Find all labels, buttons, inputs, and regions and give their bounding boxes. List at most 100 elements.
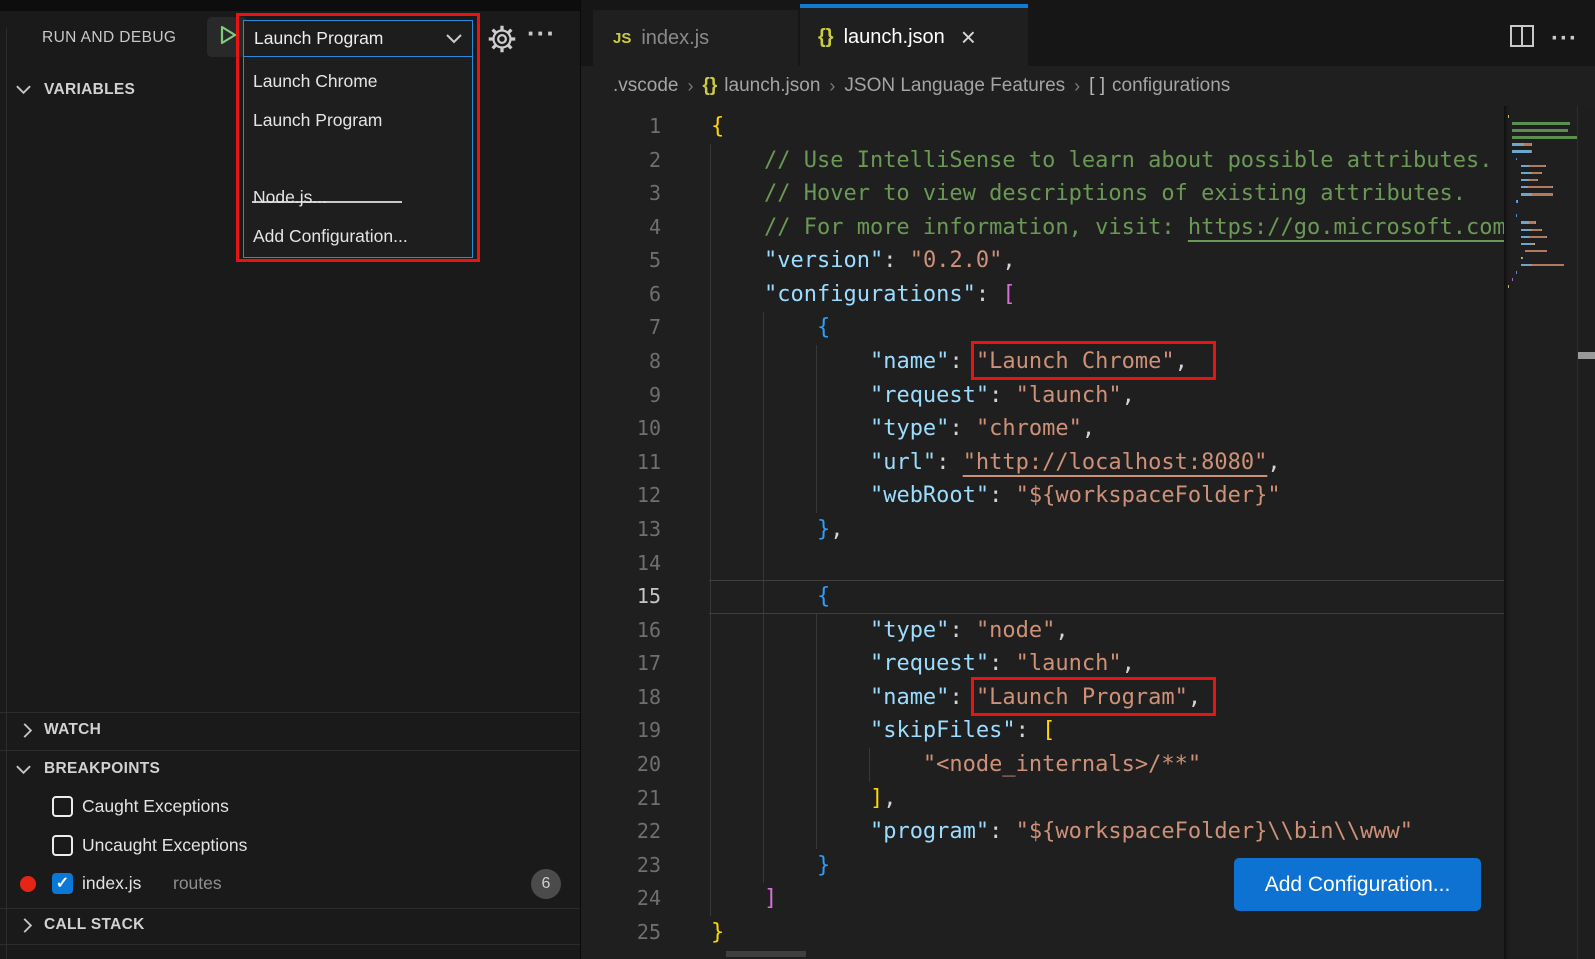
code-editor[interactable]: 1{2 // Use IntelliSense to learn about p… bbox=[581, 106, 1504, 959]
code-line-5[interactable]: 5 "version": "0.2.0", bbox=[581, 244, 1504, 278]
minimap-line bbox=[1504, 262, 1577, 269]
breadcrumb-item-vscode[interactable]: .vscode bbox=[613, 75, 678, 97]
line-number[interactable]: 1 bbox=[581, 110, 661, 144]
breadcrumb-separator: › bbox=[1074, 76, 1080, 97]
line-number[interactable]: 21 bbox=[581, 782, 661, 816]
line-number[interactable]: 24 bbox=[581, 882, 661, 916]
sidebar-title: RUN AND DEBUG bbox=[42, 22, 176, 54]
minimap-line bbox=[1504, 234, 1577, 241]
checkbox-caught-exceptions[interactable] bbox=[52, 796, 73, 817]
minimap-line bbox=[1504, 134, 1577, 141]
line-number[interactable]: 7 bbox=[581, 311, 661, 345]
code-line-14[interactable]: 14 bbox=[581, 547, 1504, 581]
chevron-down-icon bbox=[15, 763, 32, 781]
minimap-line bbox=[1504, 141, 1577, 148]
minimap-line bbox=[1504, 198, 1577, 205]
line-number[interactable]: 13 bbox=[581, 513, 661, 547]
run-and-debug-sidebar: RUN AND DEBUG Launch Program Launch Chro… bbox=[0, 0, 580, 959]
minimap-line bbox=[1504, 163, 1577, 170]
line-number[interactable]: 5 bbox=[581, 244, 661, 278]
line-number[interactable]: 14 bbox=[581, 547, 661, 581]
line-number[interactable]: 8 bbox=[581, 345, 661, 379]
horizontal-scrollbar-thumb[interactable] bbox=[726, 951, 806, 957]
line-number[interactable]: 9 bbox=[581, 379, 661, 413]
breakpoint-label-caught-exceptions[interactable]: Caught Exceptions bbox=[82, 796, 229, 817]
breadcrumb-item-launchjson[interactable]: launch.json bbox=[724, 75, 820, 97]
code-line-19[interactable]: 19 "skipFiles": [ bbox=[581, 714, 1504, 748]
line-number[interactable]: 12 bbox=[581, 479, 661, 513]
breadcrumb: .vscode › {} launch.json › JSON Language… bbox=[581, 66, 1595, 106]
code-line-2[interactable]: 2 // Use IntelliSense to learn about pos… bbox=[581, 144, 1504, 178]
line-number[interactable]: 19 bbox=[581, 714, 661, 748]
minimap-line bbox=[1504, 127, 1577, 134]
breakpoint-detail-routes: routes bbox=[173, 873, 222, 894]
javascript-file-icon: JS bbox=[613, 30, 631, 47]
code-line-25[interactable]: 25} bbox=[581, 916, 1504, 950]
line-number[interactable]: 17 bbox=[581, 647, 661, 681]
minimap-line bbox=[1504, 276, 1577, 283]
breadcrumb-item-json-language-features[interactable]: JSON Language Features bbox=[844, 75, 1065, 97]
code-line-20[interactable]: 20 "<node_internals>/**" bbox=[581, 748, 1504, 782]
line-number[interactable]: 23 bbox=[581, 849, 661, 883]
checkbox-indexjs-breakpoint[interactable]: ✓ bbox=[52, 873, 73, 894]
code-line-9[interactable]: 9 "request": "launch", bbox=[581, 379, 1504, 413]
chevron-down-icon bbox=[15, 83, 32, 101]
code-line-6[interactable]: 6 "configurations": [ bbox=[581, 278, 1504, 312]
minimap[interactable] bbox=[1504, 106, 1577, 959]
breakpoint-label-indexjs[interactable]: index.js bbox=[82, 873, 141, 894]
code-line-13[interactable]: 13 }, bbox=[581, 513, 1504, 547]
code-line-10[interactable]: 10 "type": "chrome", bbox=[581, 412, 1504, 446]
code-line-4[interactable]: 4 // For more information, visit: https:… bbox=[581, 211, 1504, 245]
code-line-16[interactable]: 16 "type": "node", bbox=[581, 614, 1504, 648]
section-header-breakpoints[interactable]: BREAKPOINTS bbox=[44, 760, 160, 778]
line-number[interactable]: 3 bbox=[581, 177, 661, 211]
line-number[interactable]: 16 bbox=[581, 614, 661, 648]
vertical-scrollbar[interactable] bbox=[1577, 106, 1595, 959]
code-line-15[interactable]: 15 { bbox=[581, 580, 1504, 614]
json-file-icon: {} bbox=[818, 26, 834, 49]
add-configuration-button[interactable]: Add Configuration... bbox=[1234, 858, 1481, 911]
json-file-icon: {} bbox=[702, 75, 717, 97]
code-line-11[interactable]: 11 "url": "http://localhost:8080", bbox=[581, 446, 1504, 480]
minimap-line bbox=[1504, 170, 1577, 177]
breadcrumb-item-configurations[interactable]: configurations bbox=[1112, 75, 1230, 97]
line-number[interactable]: 25 bbox=[581, 916, 661, 950]
line-number[interactable]: 2 bbox=[581, 144, 661, 178]
code-line-21[interactable]: 21 ], bbox=[581, 782, 1504, 816]
line-number[interactable]: 11 bbox=[581, 446, 661, 480]
breadcrumb-separator: › bbox=[829, 76, 835, 97]
line-number[interactable]: 15 bbox=[581, 580, 661, 614]
vertical-scrollbar-thumb[interactable] bbox=[1578, 352, 1595, 359]
minimap-line bbox=[1504, 227, 1577, 234]
code-line-12[interactable]: 12 "webRoot": "${workspaceFolder}" bbox=[581, 479, 1504, 513]
annotation-box-launch-program bbox=[971, 677, 1216, 716]
line-number[interactable]: 10 bbox=[581, 412, 661, 446]
section-header-watch[interactable]: WATCH bbox=[44, 721, 101, 739]
code-line-22[interactable]: 22 "program": "${workspaceFolder}\\bin\\… bbox=[581, 815, 1504, 849]
more-actions-icon[interactable]: ··· bbox=[1551, 26, 1578, 52]
split-editor-icon[interactable] bbox=[1509, 24, 1535, 53]
code-line-3[interactable]: 3 // Hover to view descriptions of exist… bbox=[581, 177, 1504, 211]
minimap-line bbox=[1504, 269, 1577, 276]
section-header-call-stack[interactable]: CALL STACK bbox=[44, 916, 145, 934]
breakpoint-label-uncaught-exceptions[interactable]: Uncaught Exceptions bbox=[82, 835, 247, 856]
checkbox-uncaught-exceptions[interactable] bbox=[52, 835, 73, 856]
close-icon[interactable]: × bbox=[961, 27, 976, 47]
tab-indexjs[interactable]: JS index.js bbox=[593, 10, 798, 66]
line-number[interactable]: 4 bbox=[581, 211, 661, 245]
minimap-line bbox=[1504, 184, 1577, 191]
breakpoint-dot-icon bbox=[20, 876, 36, 892]
section-divider bbox=[0, 908, 580, 909]
section-divider bbox=[0, 712, 580, 713]
line-number[interactable]: 20 bbox=[581, 748, 661, 782]
more-actions-icon[interactable]: ··· bbox=[527, 18, 556, 49]
minimap-line bbox=[1504, 248, 1577, 255]
gear-icon[interactable] bbox=[487, 24, 517, 54]
code-line-1[interactable]: 1{ bbox=[581, 110, 1504, 144]
line-number[interactable]: 6 bbox=[581, 278, 661, 312]
line-number[interactable]: 18 bbox=[581, 681, 661, 715]
tab-launchjson[interactable]: {} launch.json × bbox=[800, 4, 1028, 66]
line-number[interactable]: 22 bbox=[581, 815, 661, 849]
section-header-variables[interactable]: VARIABLES bbox=[44, 81, 135, 99]
tab-label: index.js bbox=[641, 27, 709, 50]
